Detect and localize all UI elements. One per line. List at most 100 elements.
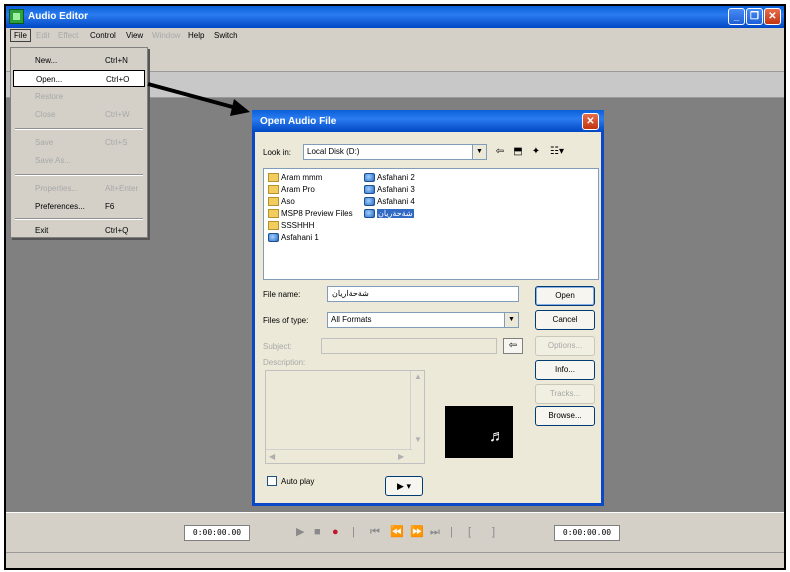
menu-item-label: Exit [35,226,49,235]
menu-control[interactable]: Control [90,31,116,40]
open-button[interactable]: Open [535,286,595,306]
subject-input[interactable] [321,338,497,354]
transport-bar: 0:00:00.00 ▶ ■ ● | ⏮ ⏪ ⏩ ⏭ | [ ] 0:00:00… [6,512,784,552]
play-button[interactable]: ▶ ▾ [385,476,423,496]
menu-separator [15,174,143,176]
menu-item-label: Preferences... [35,202,85,211]
menu-item-new[interactable]: New... Ctrl+N [13,52,145,69]
list-item[interactable]: Asfahani 4 [364,197,415,209]
back-icon[interactable]: ⇦ [493,146,507,158]
stop-icon[interactable]: ■ [314,525,321,539]
menu-item-label: Save [35,138,54,147]
menu-item-properties[interactable]: Properties... Alt+Enter [13,180,145,197]
auto-play-checkbox[interactable] [267,476,277,486]
length-time-display: 0:00:00.00 [554,525,620,541]
list-item[interactable]: Asfahani 2 [364,173,415,185]
look-in-select[interactable]: Local Disk (D:) ▼ [303,144,487,160]
menu-item-close[interactable]: Close Ctrl+W [13,106,145,123]
menu-item-shortcut: Alt+Enter [105,184,139,193]
status-bar [6,552,784,568]
menu-item-open[interactable]: Open... Ctrl+O [13,70,145,87]
menu-item-preferences[interactable]: Preferences... F6 [13,198,145,215]
description-textarea[interactable]: ▲ ▼ ◀ ▶ [265,370,425,464]
scroll-up-icon[interactable]: ▲ [414,372,422,381]
scroll-left-icon[interactable]: ◀ [269,452,275,461]
new-folder-icon[interactable]: ✦ [529,146,543,158]
cancel-button[interactable]: Cancel [535,310,595,330]
chevron-down-icon: ▼ [472,145,486,159]
app-icon [9,9,24,24]
insert-arrow-button[interactable]: ⇦ [503,338,523,354]
audio-file-icon [364,173,375,183]
menu-item-exit[interactable]: Exit Ctrl+Q [13,222,145,239]
options-button[interactable]: Options... [535,336,595,356]
list-item[interactable]: Aram Pro [268,185,315,197]
menu-bar: File Edit Effect Control View Window Hel… [6,28,784,46]
menu-item-save[interactable]: Save Ctrl+S [13,134,145,151]
browse-button[interactable]: Browse... [535,406,595,426]
auto-play-label: Auto play [281,477,315,486]
menu-switch[interactable]: Switch [214,31,238,40]
file-name: Aram Pro [281,185,315,194]
file-name-input[interactable]: شةحةاريان [327,286,519,302]
info-button[interactable]: Info... [535,360,595,380]
menu-effect[interactable]: Effect [58,31,78,40]
rewind-icon[interactable]: ⏪ [390,525,404,539]
file-list[interactable]: Aram mmm Aram Pro Aso MSP8 Preview Files… [263,168,599,280]
go-to-start-icon[interactable]: ⏮ [370,525,380,539]
menu-item-shortcut: Ctrl+S [105,138,128,147]
look-in-label: Look in: [263,148,292,157]
mark-in-icon[interactable]: [ [468,525,471,539]
files-of-type-select[interactable]: All Formats ▼ [327,312,519,328]
folder-icon [268,221,279,231]
close-button[interactable]: ✕ [764,8,781,25]
mark-out-icon[interactable]: ] [492,525,495,539]
menu-item-restore[interactable]: Restore [13,88,145,105]
play-icon[interactable]: ▶ [296,525,304,539]
list-item[interactable]: Asfahani 1 [268,233,319,245]
file-name: MSP8 Preview Files [281,209,353,218]
menu-help[interactable]: Help [188,31,204,40]
main-window-title: Audio Editor [28,11,88,22]
list-item[interactable]: Aram mmm [268,173,322,185]
menu-item-label: New... [35,56,58,65]
menu-window[interactable]: Window [152,31,180,40]
menu-separator [15,218,143,220]
go-to-end-icon[interactable]: ⏭ [430,525,440,539]
scroll-down-icon[interactable]: ▼ [414,435,422,444]
vertical-scrollbar[interactable]: ▲ ▼ [410,371,424,449]
folder-icon [268,209,279,219]
screenshot-frame: Audio Editor _ ❐ ✕ File Edit Effect Cont… [4,4,786,570]
menu-edit[interactable]: Edit [36,31,50,40]
subject-label: Subject: [263,342,292,351]
record-icon[interactable]: ● [332,525,339,539]
position-time-display: 0:00:00.00 [184,525,250,541]
list-item[interactable]: Aso [268,197,295,209]
annotation-arrow [147,82,250,116]
horizontal-scrollbar[interactable]: ◀ ▶ [266,449,412,463]
scroll-right-icon[interactable]: ▶ [398,452,404,461]
file-name: Asfahani 1 [281,233,319,242]
menu-item-label: Open... [36,75,63,84]
menu-item-shortcut: F6 [105,202,115,211]
list-item[interactable]: SSSHHH [268,221,314,233]
tracks-button[interactable]: Tracks... [535,384,595,404]
list-item-selected[interactable]: شةحةريان [364,209,414,221]
forward-icon[interactable]: ⏩ [410,525,424,539]
menu-item-shortcut: Ctrl+Q [105,226,129,235]
up-folder-icon[interactable]: ⬒ [511,146,525,158]
minimize-button[interactable]: _ [728,8,745,25]
dialog-close-button[interactable]: ✕ [582,113,599,130]
menu-view[interactable]: View [126,31,143,40]
audio-file-icon [364,197,375,207]
file-name: Aram mmm [281,173,323,182]
menu-file[interactable]: File [10,29,31,42]
maximize-button[interactable]: ❐ [746,8,763,25]
list-item[interactable]: MSP8 Preview Files [268,209,353,221]
folder-icon [268,197,279,207]
menu-item-save-as[interactable]: Save As... [13,152,145,169]
open-audio-file-dialog: Open Audio File ✕ Look in: Local Disk (D… [252,110,604,506]
list-item[interactable]: Asfahani 3 [364,185,415,197]
view-menu-icon[interactable]: ☷▾ [547,146,567,158]
audio-file-icon [364,185,375,195]
